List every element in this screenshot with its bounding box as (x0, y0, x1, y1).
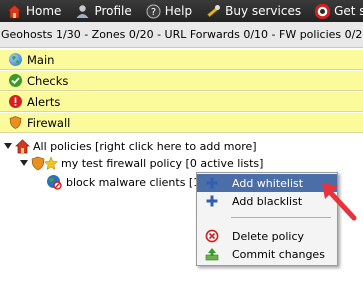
menu-separator (231, 217, 331, 218)
nav-get-support[interactable]: Get s (313, 0, 363, 22)
nav-profile[interactable]: Profile (73, 0, 133, 22)
tree-node-all-policies[interactable]: All policies [right click here to add mo… (4, 138, 257, 154)
pointer-arrow-icon (318, 180, 360, 227)
top-navbar: Home Profile ? Help Buy services Get s (0, 0, 363, 22)
menu-add-whitelist[interactable]: Add whitelist (197, 174, 337, 192)
menu-add-whitelist-label: Add whitelist (232, 176, 304, 190)
question-icon: ? (146, 4, 161, 19)
plus-icon (205, 176, 219, 190)
menu-delete-policy[interactable]: Delete policy (197, 227, 337, 245)
context-menu: Add whitelist Add blacklist Delete polic… (196, 172, 338, 266)
wrench-icon (206, 4, 221, 19)
delete-icon (205, 229, 219, 243)
section-main[interactable]: Main (0, 50, 363, 70)
nav-help[interactable]: ? Help (144, 0, 194, 22)
globe-block-icon (46, 174, 62, 190)
menu-add-blacklist[interactable]: Add blacklist (197, 192, 337, 210)
menu-commit-changes[interactable]: Commit changes (197, 245, 337, 263)
nav-buy-label: Buy services (225, 4, 302, 18)
section-firewall-label: Firewall (27, 115, 71, 130)
section-main-label: Main (27, 52, 55, 67)
nav-help-label: Help (164, 4, 193, 18)
nav-get-label: Get s (334, 4, 363, 18)
svg-text:?: ? (151, 7, 156, 18)
expand-arrow-icon[interactable] (20, 160, 28, 166)
tree-node-policy[interactable]: my test firewall policy [0 active lists] (20, 155, 263, 171)
nav-home[interactable]: Home (0, 0, 63, 22)
shield-star-icon (31, 155, 59, 171)
section-firewall[interactable]: Firewall (0, 113, 363, 133)
house-icon (7, 4, 22, 19)
tree-policy-label: my test firewall policy [0 active lists] (61, 156, 264, 170)
tree-root-label: All policies [right click here to add mo… (33, 139, 257, 153)
commit-icon (205, 247, 219, 261)
nav-home-label: Home (26, 4, 62, 18)
section-checks[interactable]: Checks (0, 71, 363, 91)
menu-delete-policy-label: Delete policy (232, 229, 305, 243)
checkmark-icon (9, 74, 22, 87)
plus-icon (205, 194, 219, 208)
tree-node-list[interactable]: block malware clients [1 (46, 174, 200, 190)
quota-status: Geohosts 1/30 - Zones 0/20 - URL Forward… (0, 22, 363, 48)
menu-commit-changes-label: Commit changes (232, 247, 325, 261)
section-checks-label: Checks (27, 73, 69, 88)
lifebuoy-icon (314, 3, 331, 19)
expand-arrow-icon[interactable] (4, 143, 12, 149)
menu-add-blacklist-label: Add blacklist (232, 194, 303, 208)
globe-icon (9, 53, 22, 66)
shield-icon (9, 116, 22, 129)
nav-profile-label: Profile (94, 4, 132, 18)
nav-buy-services[interactable]: Buy services (204, 0, 303, 22)
section-alerts-label: Alerts (27, 94, 61, 109)
house-icon (15, 139, 30, 154)
section-alerts[interactable]: Alerts (0, 92, 363, 112)
user-icon (75, 4, 90, 19)
tree-list-label: block malware clients [1 (66, 175, 201, 189)
exclamation-icon (9, 95, 22, 108)
